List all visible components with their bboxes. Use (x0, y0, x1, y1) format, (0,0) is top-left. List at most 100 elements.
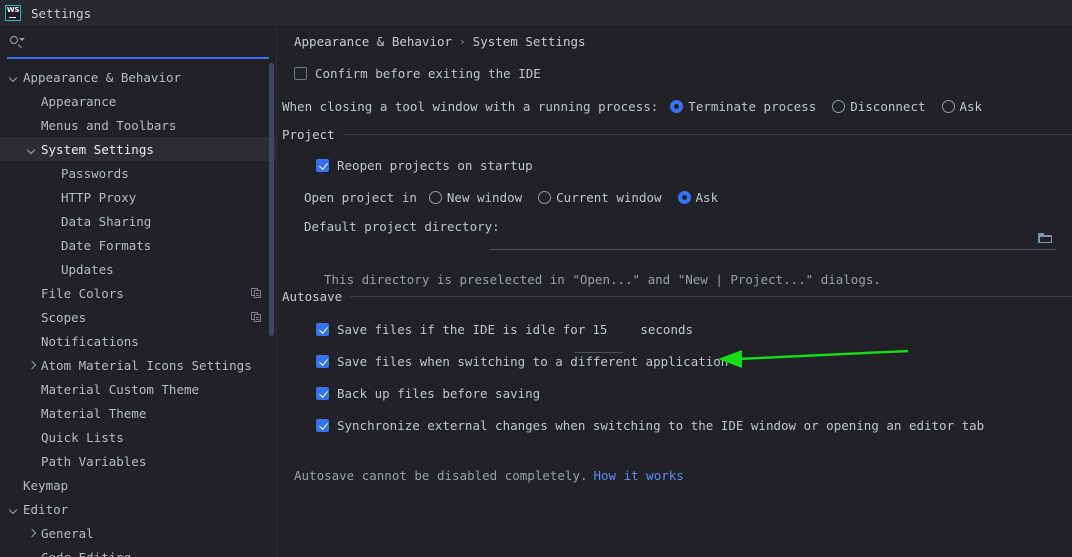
sidebar-item-path-variables[interactable]: Path Variables (0, 449, 276, 473)
tool-window-row: When closing a tool window with a runnin… (282, 99, 998, 114)
sidebar-item-appearance-behavior[interactable]: Appearance & Behavior (0, 65, 276, 89)
autosave-section-title: Autosave (282, 289, 343, 304)
sidebar-item-label: Menus and Toolbars (41, 117, 177, 133)
confirm-exit-row[interactable]: Confirm before exiting the IDE (294, 66, 541, 81)
chevron-right-icon[interactable] (26, 359, 39, 372)
default-dir-label: Default project directory: (304, 219, 500, 234)
window-title: Settings (31, 5, 92, 21)
project-section-header: Project (282, 127, 1072, 142)
autosave-sync-checkbox[interactable] (316, 419, 329, 432)
project-section-divider (342, 134, 1072, 135)
sidebar-item-label: Path Variables (41, 453, 147, 469)
sidebar-item-appearance[interactable]: Appearance (0, 89, 276, 113)
autosave-backup-label: Back up files before saving (337, 386, 541, 401)
breadcrumb-parent[interactable]: Appearance & Behavior (294, 34, 452, 49)
chevron-down-icon[interactable] (8, 503, 21, 516)
confirm-exit-checkbox[interactable] (294, 67, 307, 80)
sidebar-item-material-theme[interactable]: Material Theme (0, 401, 276, 425)
radio-ask-openproject[interactable] (677, 191, 691, 204)
sidebar-item-label: Quick Lists (41, 429, 124, 445)
sidebar-item-keymap[interactable]: Keymap (0, 473, 276, 497)
autosave-footer-row: Autosave cannot be disabled completely. … (294, 468, 684, 483)
autosave-switch-app-row[interactable]: Save files when switching to a different… (316, 354, 728, 369)
sidebar-item-system-settings[interactable]: System Settings (0, 137, 276, 161)
chevron-right-icon: › (459, 35, 466, 48)
autosave-switch-app-checkbox[interactable] (316, 355, 329, 368)
chevron-right-icon[interactable] (26, 527, 39, 540)
settings-main-panel: Appearance & Behavior › System Settings … (278, 27, 1072, 557)
webstorm-logo: WS (5, 5, 21, 21)
sidebar-item-label: Atom Material Icons Settings (41, 357, 252, 373)
logo-text: WS (6, 6, 20, 14)
sidebar-item-label: General (41, 525, 94, 541)
sidebar-item-http-proxy[interactable]: HTTP Proxy (0, 185, 276, 209)
sidebar-item-label: Material Theme (41, 405, 147, 421)
sidebar-item-passwords[interactable]: Passwords (0, 161, 276, 185)
sidebar-item-data-sharing[interactable]: Data Sharing (0, 209, 276, 233)
sidebar-item-menus-and-toolbars[interactable]: Menus and Toolbars (0, 113, 276, 137)
autosave-sync-row[interactable]: Synchronize external changes when switch… (316, 418, 984, 433)
sidebar-item-label: Material Custom Theme (41, 381, 200, 397)
sidebar-item-quick-lists[interactable]: Quick Lists (0, 425, 276, 449)
sidebar-item-editor[interactable]: Editor (0, 497, 276, 521)
title-bar: WS Settings (0, 0, 1072, 27)
settings-window: WS Settings Appearance & Behavior Appeara… (0, 0, 1072, 557)
sidebar-item-date-formats[interactable]: Date Formats (0, 233, 276, 257)
search-input[interactable] (25, 34, 269, 50)
radio-disconnect[interactable] (832, 100, 846, 113)
reopen-projects-row[interactable]: Reopen projects on startup (316, 158, 533, 173)
sidebar-item-label: Passwords (61, 165, 129, 181)
settings-tree: Appearance & Behavior Appearance Menus and… (0, 59, 276, 557)
sidebar-item-code-editing[interactable]: Code Editing (0, 545, 276, 557)
autosave-idle-row[interactable]: Save files if the IDE is idle for 15 sec… (316, 322, 693, 337)
autosave-footer-text: Autosave cannot be disabled completely. (294, 468, 588, 483)
seconds-field-underline[interactable] (575, 335, 623, 353)
folder-icon[interactable] (1038, 232, 1052, 244)
sidebar-item-scopes[interactable]: Scopes (0, 305, 276, 329)
radio-new-window-label: New window (446, 190, 523, 205)
search-row[interactable] (7, 27, 269, 59)
autosave-idle-checkbox[interactable] (316, 323, 329, 336)
sidebar-scrollbar-thumb[interactable] (269, 63, 274, 336)
chevron-down-icon[interactable] (8, 71, 21, 84)
sidebar-item-label: File Colors (41, 285, 124, 301)
radio-ask-toolwindow[interactable] (941, 100, 955, 113)
autosave-idle-suffix: seconds (640, 322, 694, 337)
sidebar-item-material-custom-theme[interactable]: Material Custom Theme (0, 377, 276, 401)
sidebar-item-label: Keymap (23, 477, 69, 493)
chevron-down-icon[interactable] (26, 143, 39, 156)
sidebar-item-label: Notifications (41, 333, 139, 349)
sidebar-item-label: Appearance & Behavior (23, 69, 182, 85)
radio-new-window[interactable] (428, 191, 442, 204)
copy-icon[interactable] (251, 311, 262, 323)
how-it-works-link[interactable]: How it works (594, 468, 684, 483)
autosave-section-header: Autosave (282, 289, 1072, 304)
radio-current-window[interactable] (538, 191, 552, 204)
reopen-projects-checkbox[interactable] (316, 159, 329, 172)
sidebar-item-label: Scopes (41, 309, 87, 325)
sidebar-item-atom-material-icons-settings[interactable]: Atom Material Icons Settings (0, 353, 276, 377)
confirm-exit-label: Confirm before exiting the IDE (315, 66, 541, 81)
sidebar-item-notifications[interactable]: Notifications (0, 329, 276, 353)
sidebar-item-label: Appearance (41, 93, 117, 109)
radio-terminate-process[interactable] (670, 100, 684, 113)
sidebar-item-general[interactable]: General (0, 521, 276, 545)
sidebar-item-label: HTTP Proxy (61, 189, 137, 205)
sidebar-item-updates[interactable]: Updates (0, 257, 276, 281)
sidebar-item-file-colors[interactable]: File Colors (0, 281, 276, 305)
search-icon (9, 34, 25, 50)
autosave-backup-checkbox[interactable] (316, 387, 329, 400)
sidebar-item-label: Date Formats (61, 237, 152, 253)
reopen-projects-label: Reopen projects on startup (337, 158, 533, 173)
autosave-backup-row[interactable]: Back up files before saving (316, 386, 540, 401)
default-dir-input[interactable] (490, 229, 1056, 250)
copy-icon[interactable] (251, 287, 262, 299)
